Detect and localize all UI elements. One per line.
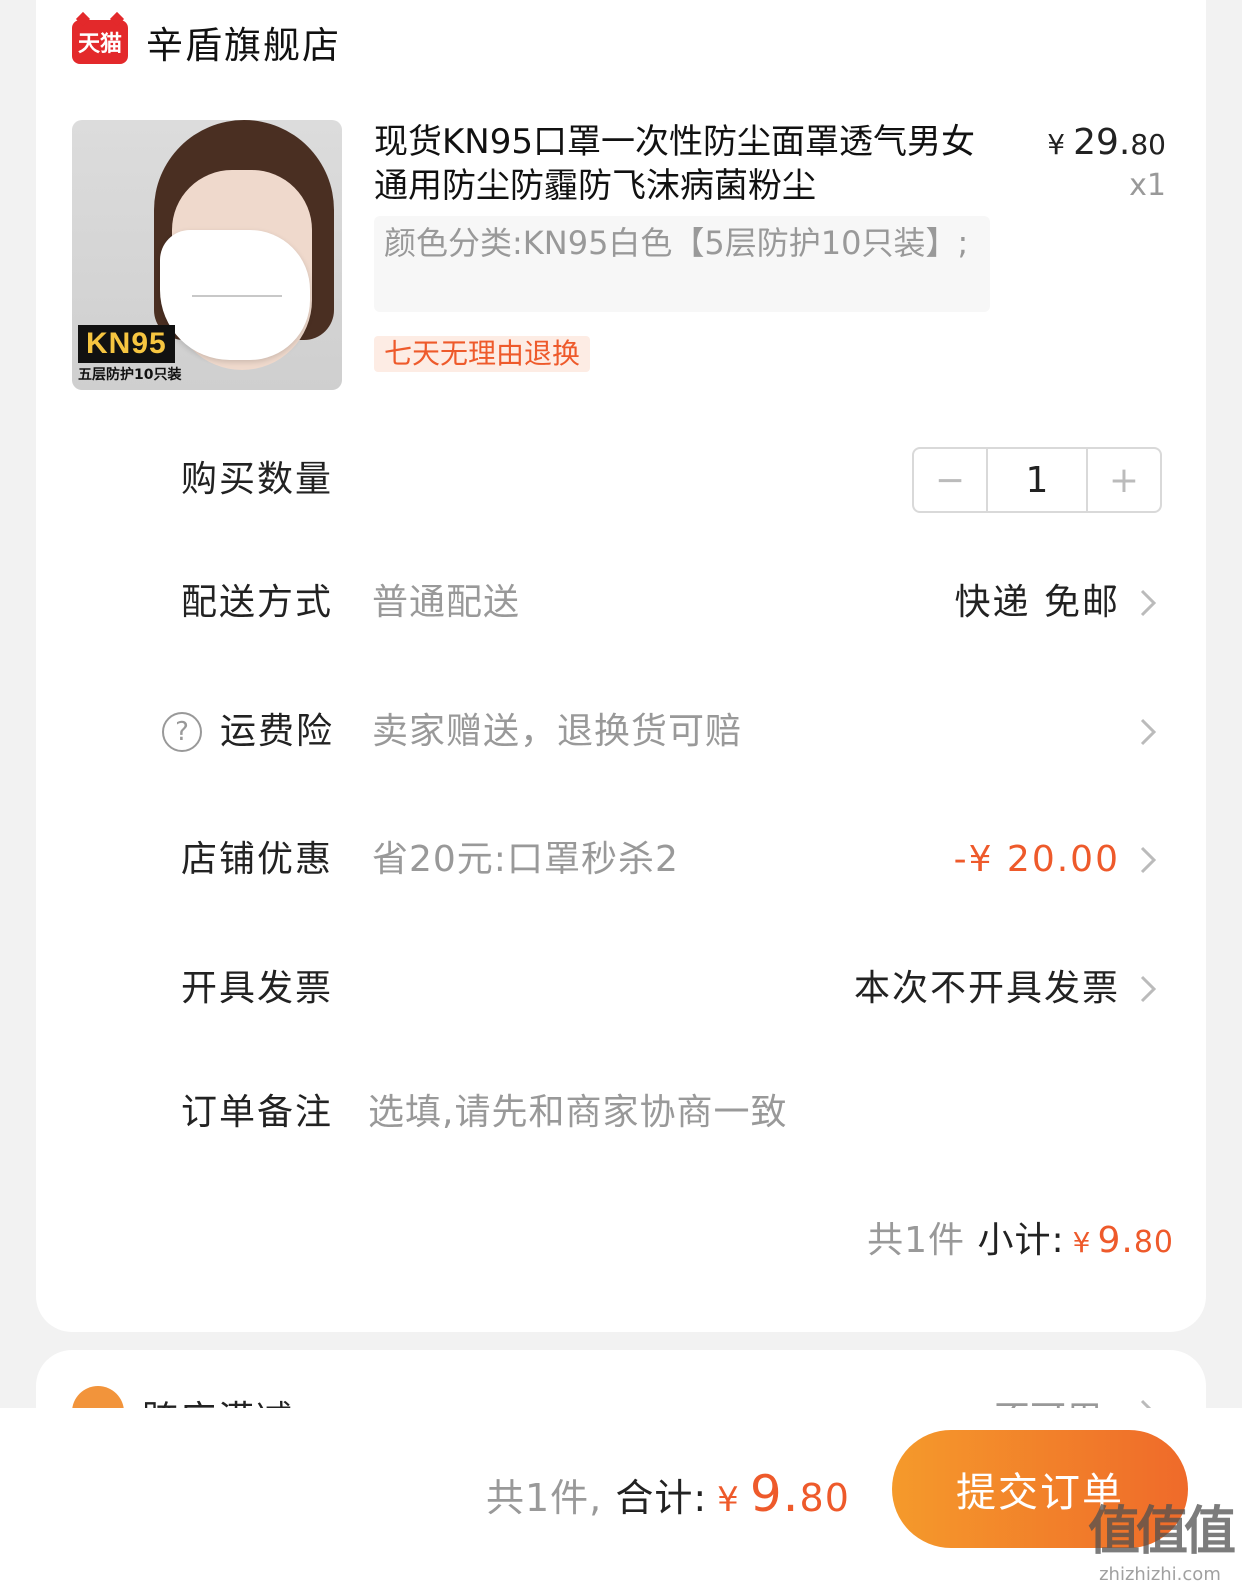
note-label: 订单备注 [181,1092,334,1133]
kn95-image-badge: KN95 [78,325,175,363]
tmall-badge-text: 天猫 [77,32,122,57]
quantity-input[interactable]: 1 [986,449,1088,511]
item-quantity: x1 [1129,168,1166,203]
shipping-insurance-row[interactable]: ? 运费险 卖家赠送，退换货可赔 [36,702,1206,762]
chevron-right-icon [1140,975,1157,1003]
chevron-right-icon [1140,846,1157,874]
product-title[interactable]: 现货KN95口罩一次性防尘面罩透气男女通用防尘防霾防飞沫病菌粉尘 [374,120,994,208]
sku-selector[interactable]: 颜色分类:KN95白色【5层防护10只装】; [374,216,990,312]
chevron-right-icon [1140,589,1157,617]
minus-button[interactable]: − [914,449,986,511]
chevron-right-icon [1140,718,1157,746]
shop-header[interactable]: 天猫 辛盾旗舰店 [72,12,341,72]
subtotal-label: 小计: [977,1220,1065,1261]
plus-button[interactable]: + [1088,449,1160,511]
quantity-label: 购买数量 [181,459,334,500]
invoice-row[interactable]: 开具发票 本次不开具发票 [36,959,1206,1019]
order-total: 共1件, 合计: ¥9.80 [486,1464,850,1530]
unit-price: ¥29.80 [1047,122,1166,163]
note-input[interactable]: 选填,请先和商家协商一致 [368,1083,787,1143]
help-icon[interactable]: ? [162,712,202,752]
delivery-method: 快递 免邮 [954,582,1120,623]
watermark: 值值值 zhizhizhi.com [1087,1489,1236,1585]
discount-value: 省20元:口罩秒杀2 [372,839,679,880]
mask-seam [192,295,282,297]
invoice-value: 本次不开具发票 [853,968,1120,1009]
product-image[interactable]: KN95 五层防护10只装 [72,120,342,390]
order-confirm-page: 天猫 辛盾旗舰店 KN95 五层防护10只装 现货KN95口罩一次性防尘面罩透气… [0,0,1242,1593]
insurance-value: 卖家赠送，退换货可赔 [372,711,743,752]
watermark-url: zhizhizhi.com [1099,1564,1221,1585]
delivery-value: 普通配送 [372,582,521,623]
total-label: 合计: [615,1476,708,1520]
store-discount-row[interactable]: 店铺优惠 省20元:口罩秒杀2 -¥ 20.00 [36,830,1206,890]
shop-name[interactable]: 辛盾旗舰店 [146,15,341,69]
insurance-label: 运费险 [220,711,335,752]
total-dec: 80 [799,1476,850,1520]
delivery-row[interactable]: 配送方式 普通配送 快递 免邮 [36,573,1206,633]
tmall-logo-icon: 天猫 [72,20,128,64]
discount-label: 店铺优惠 [181,839,334,880]
order-note-row[interactable]: 订单备注 选填,请先和商家协商一致 [36,1083,1206,1143]
checkout-bar: 共1件, 合计: ¥9.80 提交订单 值值值 zhizhizhi.com [0,1408,1242,1593]
price-int: 29. [1073,122,1131,163]
delivery-label: 配送方式 [181,582,334,623]
price-dec: 80 [1130,128,1166,161]
subtotal-currency: ¥ [1072,1226,1092,1259]
total-count: 共1件, [486,1476,603,1520]
discount-amount: -¥ 20.00 [953,839,1120,880]
subtotal: 共1件 小计: ¥9.80 [867,1216,1174,1268]
subtotal-dec: 80 [1133,1225,1174,1260]
subtotal-count: 共1件 [867,1220,966,1261]
order-card: 天猫 辛盾旗舰店 KN95 五层防护10只装 现货KN95口罩一次性防尘面罩透气… [36,0,1206,1332]
return-policy-tag: 七天无理由退换 [374,336,591,372]
total-currency: ¥ [717,1480,740,1520]
image-caption: 五层防护10只装 [78,367,182,383]
quantity-stepper[interactable]: − 1 + [912,447,1162,513]
total-int: 9. [749,1465,800,1523]
subtotal-int: 9. [1097,1220,1134,1261]
price-currency: ¥ [1047,128,1066,161]
watermark-logo: 值值值 [1087,1502,1236,1562]
invoice-label: 开具发票 [181,968,334,1009]
